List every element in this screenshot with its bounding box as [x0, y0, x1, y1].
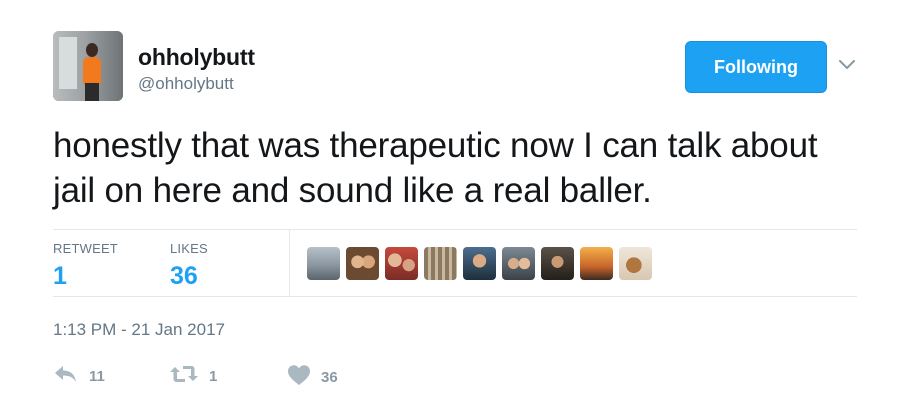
liker-avatars: [307, 247, 652, 280]
likes-stat[interactable]: LIKES 36: [170, 241, 208, 291]
liker-avatar[interactable]: [463, 247, 496, 280]
liker-avatar[interactable]: [580, 247, 613, 280]
display-name[interactable]: ohholybutt: [138, 44, 255, 71]
liker-avatar[interactable]: [541, 247, 574, 280]
reply-button[interactable]: 11: [53, 364, 105, 389]
like-button[interactable]: 36: [287, 364, 338, 391]
reply-count: 11: [89, 368, 105, 385]
timestamp[interactable]: 1:13 PM - 21 Jan 2017: [53, 320, 225, 340]
likes-stat-value: 36: [170, 262, 198, 290]
divider: [53, 296, 857, 297]
stats-separator: [289, 230, 290, 296]
retweet-stat-label: RETWEET: [53, 241, 118, 256]
liker-avatar[interactable]: [424, 247, 457, 280]
retweet-button[interactable]: 1: [169, 364, 217, 389]
tweet-text: honestly that was therapeutic now I can …: [53, 126, 818, 210]
user-handle[interactable]: @ohholybutt: [138, 74, 234, 94]
liker-avatar[interactable]: [346, 247, 379, 280]
retweet-stat-value: 1: [53, 262, 67, 290]
liker-avatar[interactable]: [502, 247, 535, 280]
liker-avatar[interactable]: [385, 247, 418, 280]
retweet-stat[interactable]: RETWEET 1: [53, 241, 118, 291]
following-button[interactable]: Following: [685, 41, 827, 93]
avatar[interactable]: [53, 31, 123, 101]
retweet-icon: [169, 364, 199, 389]
retweet-count: 1: [209, 368, 218, 385]
tweet-card: ohholybutt @ohholybutt Following honestl…: [0, 0, 900, 418]
divider: [53, 229, 857, 230]
reply-icon: [53, 364, 79, 389]
like-count: 36: [321, 369, 338, 386]
likes-stat-label: LIKES: [170, 241, 208, 256]
heart-icon: [287, 364, 311, 391]
chevron-down-icon[interactable]: [838, 56, 856, 74]
liker-avatar[interactable]: [307, 247, 340, 280]
liker-avatar[interactable]: [619, 247, 652, 280]
